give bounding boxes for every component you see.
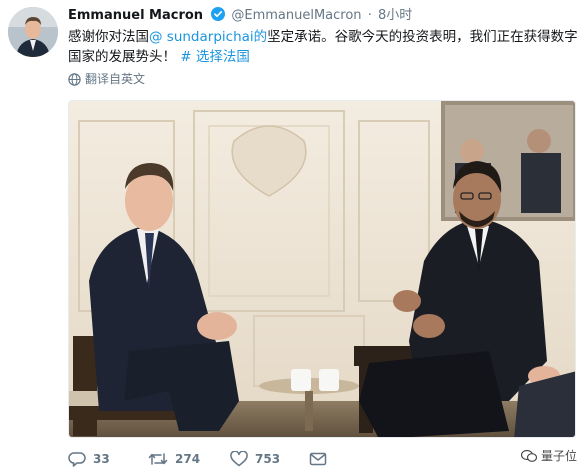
tweet-header: Emmanuel Macron @EmmanuelMacron · 8小时 bbox=[68, 7, 412, 27]
timestamp[interactable]: 8小时 bbox=[378, 8, 412, 23]
user-handle[interactable]: @EmmanuelMacron bbox=[231, 8, 361, 23]
tweet-actions: 33 274 753 bbox=[68, 448, 578, 470]
translated-from-link[interactable]: 翻译自英文 bbox=[68, 71, 145, 87]
photo-image bbox=[69, 101, 575, 437]
watermark: 量子位 bbox=[520, 447, 577, 464]
tweet-text-part1: 感谢你对法国 bbox=[68, 29, 149, 45]
chat-bubble-icon bbox=[520, 449, 537, 462]
like-count: 753 bbox=[255, 452, 281, 466]
mention-link[interactable]: @ sundarpichai的 bbox=[149, 29, 267, 45]
avatar-image bbox=[8, 7, 58, 57]
avatar[interactable] bbox=[8, 7, 58, 57]
watermark-label: 量子位 bbox=[540, 449, 577, 463]
globe-icon bbox=[68, 73, 81, 86]
envelope-icon bbox=[309, 452, 327, 466]
retweet-icon bbox=[148, 453, 168, 465]
verified-badge-icon bbox=[211, 7, 226, 27]
reply-count: 33 bbox=[93, 452, 110, 466]
reply-icon bbox=[68, 452, 86, 467]
retweet-count: 274 bbox=[175, 452, 201, 466]
display-name[interactable]: Emmanuel Macron bbox=[68, 8, 203, 23]
retweet-button[interactable]: 274 bbox=[148, 448, 200, 470]
tweet-photo[interactable] bbox=[68, 100, 576, 438]
heart-icon bbox=[230, 451, 248, 467]
like-button[interactable]: 753 bbox=[230, 448, 280, 470]
translate-label: 翻译自英文 bbox=[85, 72, 146, 86]
tweet-text: 感谢你对法国@ sundarpichai的坚定承诺。谷歌今天的投资表明，我们正在… bbox=[68, 27, 578, 67]
separator-dot: · bbox=[367, 8, 372, 23]
reply-button[interactable]: 33 bbox=[68, 448, 110, 470]
direct-message-button[interactable] bbox=[309, 448, 327, 470]
hashtag-link[interactable]: # 选择法国 bbox=[180, 49, 250, 65]
